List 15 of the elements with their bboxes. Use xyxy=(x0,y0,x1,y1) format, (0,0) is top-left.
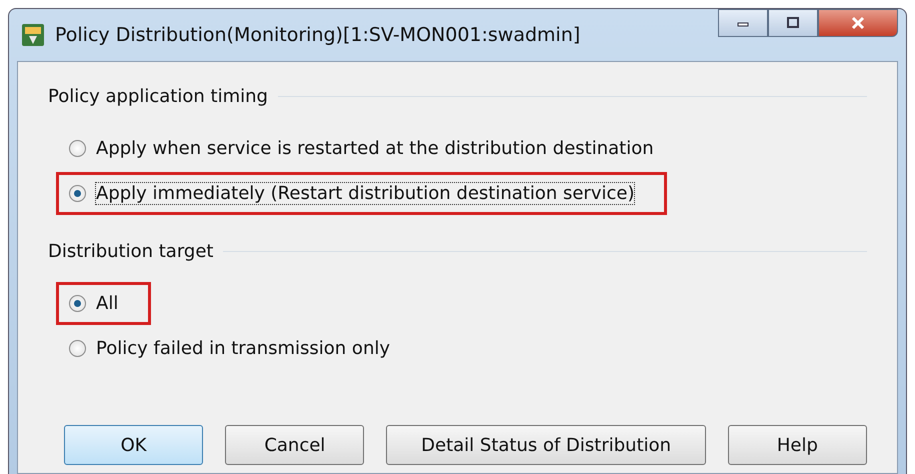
app-icon xyxy=(21,23,45,47)
maximize-button[interactable] xyxy=(768,9,818,37)
radio-option[interactable]: Apply when service is restarted at the distribution destination xyxy=(56,127,687,170)
dialog-button[interactable]: Help xyxy=(728,425,868,465)
radio-option[interactable]: Apply immediately (Restart distribution destination service) xyxy=(56,172,668,215)
radio-option[interactable]: Policy failed in transmission only xyxy=(56,327,424,370)
dialog-button[interactable]: OK xyxy=(64,425,204,465)
dialog-button[interactable]: Detail Status of Distribution xyxy=(386,425,706,465)
radio-option[interactable]: All xyxy=(56,282,152,325)
close-button[interactable] xyxy=(818,9,898,37)
window-title: Policy Distribution(Monitoring)[1:SV-MON001:swadmin] xyxy=(55,24,580,46)
group-label: Distribution target xyxy=(48,241,214,262)
group-label: Policy application timing xyxy=(48,86,268,107)
minimize-button[interactable] xyxy=(718,9,768,37)
dialog-button[interactable]: Cancel xyxy=(225,425,364,465)
